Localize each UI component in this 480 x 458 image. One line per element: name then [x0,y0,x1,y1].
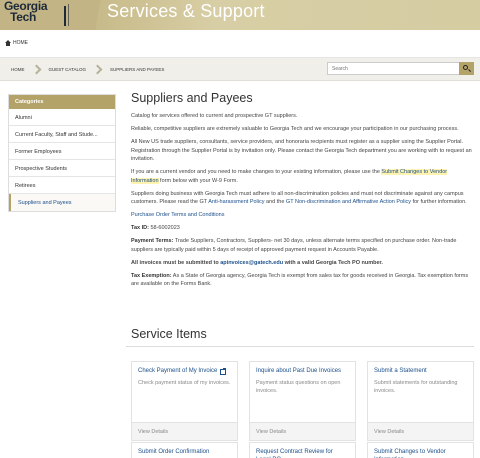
paragraph-suppliers: Reliable, competitive suppliers are extr… [131,126,459,132]
paragraph-registration: All New US trade suppliers, consultants,… [131,139,472,162]
logo[interactable]: Georgia Tech [0,0,96,30]
service-card-title[interactable]: Submit Order Confirmation [138,449,231,457]
home-icon [5,40,11,46]
view-details-link[interactable]: View Details [250,422,355,440]
invoice-text: All invoices must be submitted to [131,259,221,266]
tax-exemption-label: Tax Exemption: [131,272,172,279]
sidebar-item-suppliers[interactable]: Suppliers and Payees [9,194,115,211]
view-details-link[interactable]: View Details [368,422,473,440]
sidebar-item-current-faculty[interactable]: Current Faculty, Staff and Stude... [9,126,115,143]
logo-text: Georgia Tech [4,0,48,24]
service-card-description: Submit statements for outstanding invoic… [374,379,458,395]
tax-exemption-text: As a State of Georgia agency, Georgia Te… [131,272,469,288]
sidebar-item-alumni[interactable]: Alumni [9,109,115,126]
chevron-right-icon [93,58,103,81]
tax-id: Tax ID: 58-6002023 [131,224,474,233]
home-link[interactable]: HOME [5,40,28,46]
search-box [327,62,474,75]
paragraph-policies: Suppliers doing business with Georgia Te… [131,190,474,207]
service-card-title[interactable]: Submit Changes to Vendor Information [374,449,467,458]
tax-id-value: 58-6002023 [148,225,180,231]
tax-exemption: Tax Exemption: As a State of Georgia age… [131,272,474,289]
logo-bar [64,6,66,26]
search-button[interactable] [459,62,474,75]
external-link-icon [220,368,227,375]
anti-harassment-link[interactable]: Anti-harassment Policy [208,199,264,205]
logo-bar-thin [68,4,69,26]
breadcrumb: HOME GUEST CATALOG SUPPLIERS AND PAYEES [4,58,171,81]
page-title: Suppliers and Payees [131,91,253,105]
service-card-title-text: Check Payment of My Invoice [138,368,218,375]
service-card[interactable]: Request Contract Review for Legal PO [249,442,356,458]
vendor-changes-text: If you are a current vendor and you need… [131,169,382,175]
non-discrimination-link[interactable]: GT Non-discrimination and Affirmative Ac… [286,199,411,205]
site-title: Services & Support [107,1,265,21]
policies-text-after: for further information. [411,199,467,205]
service-card-description: Payment status questions on open invoice… [256,379,341,395]
payment-terms-label: Payment Terms: [131,238,174,244]
breadcrumb-current: SUPPLIERS AND PAYEES [110,67,165,72]
top-nav: HOME [0,30,480,58]
service-card-title[interactable]: Submit a Statement [374,368,467,376]
section-divider [126,346,474,347]
sidebar-item-former-employees[interactable]: Former Employees [9,143,115,160]
breadcrumb-home[interactable]: HOME [4,67,32,72]
invoice-instructions: All invoices must be submitted to apinvo… [131,259,474,268]
chevron-right-icon [32,58,42,81]
service-card-description: Check payment status of my invoices. [138,379,231,386]
service-card[interactable]: Check Payment of My Invoice Check paymen… [131,361,238,441]
service-card-title[interactable]: Request Contract Review for Legal PO [256,449,349,458]
home-link-label: HOME [13,40,28,46]
service-card-title[interactable]: Check Payment of My Invoice [138,368,231,376]
payment-terms: Payment Terms: Trade Suppliers, Contract… [131,237,474,254]
search-icon [463,65,468,70]
invoice-email-link[interactable]: apinvoices@gatech.edu [220,260,283,266]
sidebar-item-retirees[interactable]: Retirees [9,177,115,194]
paragraph-vendor-changes: If you are a current vendor and you need… [131,168,474,185]
tax-id-label: Tax ID: [131,225,149,231]
service-card[interactable]: Submit a Statement Submit statements for… [367,361,474,441]
sidebar-item-prospective-students[interactable]: Prospective Students [9,160,115,177]
invoice-text-after: with a valid Georgia Tech PO number. [283,259,383,266]
vendor-changes-text-after: form below with your W-9 Form. [158,177,238,184]
policies-text-mid: and the [264,199,286,205]
view-details-link[interactable]: View Details [132,422,237,440]
breadcrumb-guest-catalog[interactable]: GUEST CATALOG [42,67,94,72]
service-card[interactable]: Inquire about Past Due Invoices Payment … [249,361,356,441]
main-content: Suppliers and Payees Catalog for service… [131,91,474,293]
categories-sidebar: Categories Alumni Current Faculty, Staff… [8,94,116,212]
service-card[interactable]: Submit Order Confirmation [131,442,238,458]
payment-terms-text: Trade Suppliers, Contractors, Suppliers-… [131,238,457,253]
search-input[interactable] [327,62,459,75]
service-card-title[interactable]: Inquire about Past Due Invoices [256,368,349,376]
service-card[interactable]: Submit Changes to Vendor Information [367,442,474,458]
po-terms-link[interactable]: Purchase Order Terms and Conditions [131,211,474,220]
site-header: Georgia Tech Services & Support [0,0,480,30]
sidebar-heading: Categories [9,95,115,109]
service-items-title: Service Items [131,327,207,341]
intro-text: Catalog for services offered to current … [131,113,298,119]
